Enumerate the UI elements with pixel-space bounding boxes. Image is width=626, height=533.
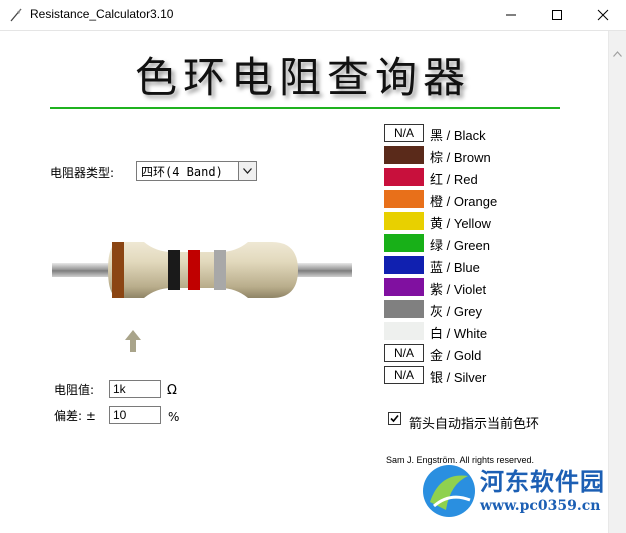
color-row-orange[interactable]: 橙 / Orange [384,190,584,209]
color-row-yellow[interactable]: 黄 / Yellow [384,212,584,231]
ohm-unit: Ω [167,383,177,398]
color-row-white[interactable]: 白 / White [384,322,584,341]
color-swatch: N/A [384,344,424,362]
tolerance-input[interactable] [109,406,161,424]
color-swatch [384,146,424,164]
color-name: 红 / Red [430,172,478,187]
color-row-blue[interactable]: 蓝 / Blue [384,256,584,275]
color-row-red[interactable]: 红 / Red [384,168,584,187]
color-row-gold[interactable]: N/A 金 / Gold [384,344,584,363]
color-name: 黑 / Black [430,128,486,143]
close-icon [597,9,609,21]
dropdown-button[interactable] [238,162,256,180]
color-row-silver[interactable]: N/A 银 / Silver [384,366,584,385]
color-swatch [384,322,424,340]
color-name: 紫 / Violet [430,282,487,297]
app-heading: 色环电阻查询器 [134,53,471,102]
color-swatch [384,168,424,186]
auto-arrow-label: 箭头自动指示当前色环 [409,417,540,432]
color-name: 蓝 / Blue [430,260,480,275]
color-name: 银 / Silver [430,370,487,385]
watermark-logo-icon [423,465,475,517]
color-swatch: N/A [384,124,424,142]
vertical-scrollbar[interactable] [608,31,626,533]
resistor-band [168,250,180,290]
color-swatch: N/A [384,366,424,384]
color-swatch [384,300,424,318]
color-swatch [384,278,424,296]
watermark: 河东软件园 www.pc0359.cn [418,460,623,530]
color-name: 绿 / Green [430,238,490,253]
watermark-text: 河东软件园 [480,467,605,496]
resistor-body [108,242,298,298]
color-row-black[interactable]: N/A 黑 / Black [384,124,584,143]
resistor-image [52,242,352,298]
resistor-band [214,250,226,290]
color-name: 灰 / Grey [430,304,483,319]
color-swatch [384,190,424,208]
color-swatch [384,256,424,274]
band-type-value: 四环(4 Band) [141,165,223,179]
color-swatch [384,212,424,230]
band-type-label: 电阻器类型: [50,166,115,180]
chevron-down-icon [243,168,252,174]
resistance-input[interactable] [109,380,161,398]
color-row-violet[interactable]: 紫 / Violet [384,278,584,297]
color-row-green[interactable]: 绿 / Green [384,234,584,253]
auto-arrow-checkbox[interactable] [388,412,401,425]
watermark-url: www.pc0359.cn [480,498,601,514]
color-name: 棕 / Brown [430,150,491,165]
arrow-up-icon [125,330,141,352]
close-button[interactable] [580,0,626,30]
resistor-band [188,250,200,290]
minimize-icon [506,14,516,16]
color-row-brown[interactable]: 棕 / Brown [384,146,584,165]
color-name: 橙 / Orange [430,194,498,209]
window-title: Resistance_Calculator3.10 [30,7,174,21]
title-bar: Resistance_Calculator3.10 [0,0,626,31]
tolerance-label: 偏差: ± [54,409,96,423]
color-row-grey[interactable]: 灰 / Grey [384,300,584,319]
color-name: 金 / Gold [430,348,482,363]
header-divider [50,107,560,109]
minimize-button[interactable] [488,0,534,30]
color-name: 黄 / Yellow [430,216,491,231]
feather-pen-icon [10,8,22,22]
maximize-button[interactable] [534,0,580,30]
checkmark-icon [390,414,399,423]
resistor-band [112,242,124,298]
color-name: 白 / White [430,326,488,341]
color-swatch [384,234,424,252]
maximize-icon [552,10,562,20]
percent-unit: % [168,410,180,424]
resistance-label: 电阻值: [54,383,95,397]
scroll-up-icon[interactable] [613,51,622,57]
band-type-select[interactable]: 四环(4 Band) [136,161,257,181]
